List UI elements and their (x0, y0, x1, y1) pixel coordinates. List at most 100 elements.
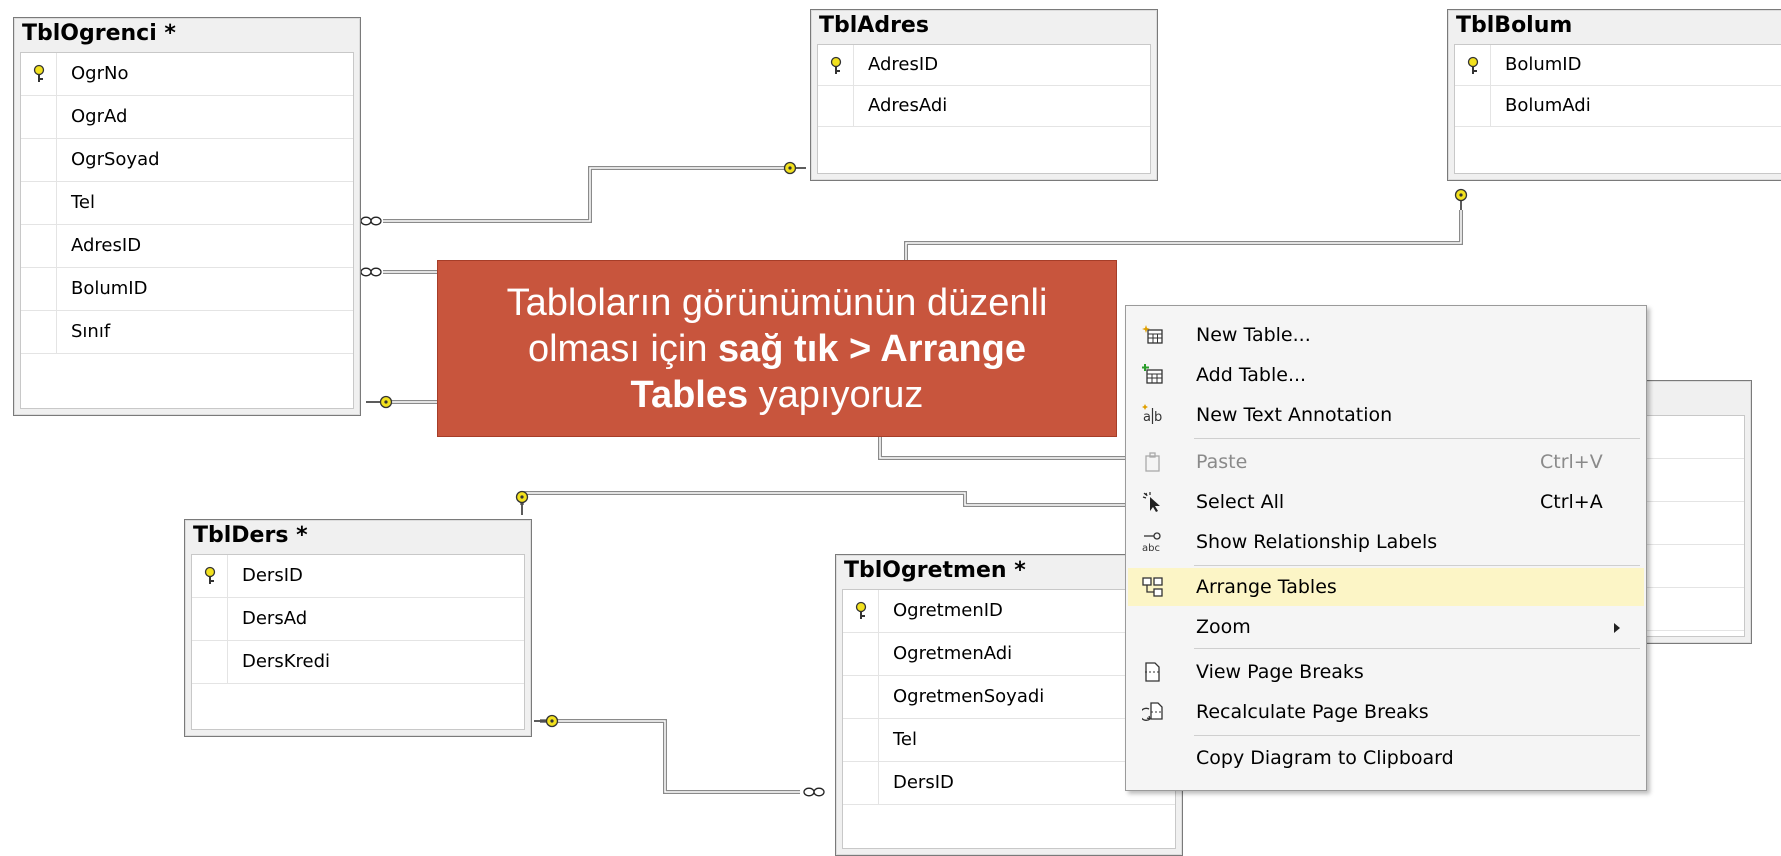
column-name: Sınıf (71, 321, 111, 342)
menu-item-label: Select All (1196, 491, 1285, 513)
column-name: OgrSoyad (71, 149, 160, 170)
svg-text:b: b (1154, 410, 1162, 425)
text-annotation-icon: ab (1142, 404, 1162, 425)
column-name: Tel (71, 192, 96, 213)
column-grid: OgrNo OgrAd OgrSoyad Tel AdresID BolumID… (20, 52, 354, 409)
table-title: TblOgrenci * (22, 21, 176, 46)
primary-key-icon (33, 64, 45, 82)
column-name: OgrNo (71, 63, 129, 84)
select-all-icon (1142, 492, 1160, 512)
menu-item-paste[interactable]: Paste Ctrl+V (1128, 443, 1644, 481)
table-tbl-ogrenci[interactable]: TblOgrenci * OgrNo OgrAd OgrSoyad Tel Ad… (13, 17, 361, 416)
column-row[interactable]: BolumAdi (1455, 86, 1781, 127)
menu-item-new-text-annotation[interactable]: ab New Text Annotation (1128, 396, 1644, 434)
column-row[interactable]: Sınıf (21, 311, 353, 354)
column-name: Tel (893, 729, 918, 750)
column-grid: AdresID AdresAdi (817, 44, 1151, 174)
column-grid: DersID DersAd DersKredi (191, 554, 525, 730)
menu-item-show-relationship-labels[interactable]: abc Show Relationship Labels (1128, 523, 1644, 561)
column-row[interactable]: Tel (21, 182, 353, 225)
menu-item-shortcut: Ctrl+V (1540, 451, 1603, 473)
column-name: OgretmenAdi (893, 643, 1013, 664)
table-tbl-adres[interactable]: TblAdres AdresID AdresAdi (810, 9, 1158, 181)
context-menu: New Table... Add Table... ab New Text An… (1125, 305, 1647, 791)
table-tbl-bolum[interactable]: TblBolum BolumID BolumAdi (1447, 9, 1781, 181)
column-name: OgretmenSoyadi (893, 686, 1045, 707)
instruction-callout: Tabloların görünümünün düzenli olması iç… (437, 260, 1117, 437)
primary-key-icon (855, 601, 867, 619)
column-row[interactable]: OgrNo (21, 53, 353, 96)
submenu-arrow-icon (1614, 623, 1620, 633)
menu-item-zoom[interactable]: Zoom (1128, 608, 1644, 646)
relation-ogrenci-adres (383, 166, 790, 223)
table-title: TblAdres (819, 13, 929, 38)
menu-item-new-table[interactable]: New Table... (1128, 316, 1644, 354)
column-name: BolumID (1505, 54, 1582, 75)
menu-item-label: Arrange Tables (1196, 576, 1337, 598)
menu-item-arrange-tables[interactable]: Arrange Tables (1128, 568, 1644, 606)
menu-separator (1194, 565, 1640, 566)
menu-item-view-page-breaks[interactable]: View Page Breaks (1128, 653, 1644, 691)
column-row[interactable]: OgrAd (21, 96, 353, 139)
column-row[interactable]: AdresID (21, 225, 353, 268)
relation-ders-hidden (520, 491, 1125, 507)
column-name: BolumAdi (1505, 95, 1591, 116)
menu-item-label: Zoom (1196, 616, 1251, 638)
column-row[interactable]: OgrSoyad (21, 139, 353, 182)
callout-line-3b: yapıyoruz (748, 373, 924, 416)
diagram-canvas[interactable]: TblOgrenci * OgrNo OgrAd OgrSoyad Tel Ad… (0, 0, 1781, 856)
page-breaks-icon (1145, 662, 1160, 682)
svg-text:a: a (1143, 410, 1151, 425)
add-table-icon (1142, 364, 1163, 384)
column-row[interactable]: DersAd (192, 598, 524, 641)
relation-bolum-line (904, 210, 1463, 260)
new-table-icon (1142, 325, 1163, 344)
callout-line-1: Tabloların görünümünün düzenli (506, 281, 1048, 324)
callout-line-2a: olması için (527, 327, 719, 370)
column-row[interactable]: BolumID (21, 268, 353, 311)
table-title: TblBolum (1456, 13, 1573, 38)
arrange-tables-icon (1142, 577, 1163, 597)
column-name: OgretmenID (893, 600, 1003, 621)
column-row[interactable]: DersID (192, 555, 524, 598)
primary-key-icon (830, 56, 842, 74)
column-name: OgrAd (71, 106, 128, 127)
column-row[interactable]: DersKredi (192, 641, 524, 684)
column-name: BolumID (71, 278, 148, 299)
column-grid: BolumID BolumAdi (1454, 44, 1781, 174)
menu-item-label: New Table... (1196, 324, 1311, 346)
menu-item-select-all[interactable]: Select All Ctrl+A (1128, 483, 1644, 521)
menu-item-label: New Text Annotation (1196, 404, 1393, 426)
paste-icon (1145, 452, 1160, 472)
callout-line-3a: Tables (630, 373, 749, 416)
column-name: DersID (893, 772, 954, 793)
relation-ders-ogretmen (540, 719, 800, 794)
column-row[interactable]: BolumID (1455, 45, 1781, 86)
menu-item-copy-diagram[interactable]: Copy Diagram to Clipboard (1128, 739, 1644, 777)
primary-key-icon (204, 566, 216, 584)
relationship-labels-icon: abc (1142, 532, 1161, 553)
column-row[interactable]: AdresID (818, 45, 1150, 86)
relation-hidden-table (878, 437, 1125, 460)
table-tbl-ders[interactable]: TblDers * DersID DersAd DersKredi (184, 519, 532, 737)
column-name: DersID (242, 565, 303, 586)
svg-text:abc: abc (1142, 543, 1160, 553)
menu-separator (1194, 648, 1640, 649)
menu-item-add-table[interactable]: Add Table... (1128, 356, 1644, 394)
column-name: AdresID (71, 235, 142, 256)
menu-item-label: Show Relationship Labels (1196, 531, 1438, 553)
menu-separator (1194, 438, 1640, 439)
column-name: DersAd (242, 608, 308, 629)
menu-item-label: Paste (1196, 451, 1248, 473)
menu-separator (1194, 735, 1640, 736)
callout-line-2b: sağ tık > Arrange (718, 327, 1027, 370)
column-row[interactable]: AdresAdi (818, 86, 1150, 127)
menu-item-label: Add Table... (1196, 364, 1307, 386)
menu-item-recalculate-page-breaks[interactable]: Recalculate Page Breaks (1128, 693, 1644, 731)
primary-key-icon (1467, 56, 1479, 74)
table-title: TblDers * (193, 523, 308, 548)
recalculate-icon (1142, 702, 1163, 721)
column-name: AdresID (868, 54, 939, 75)
menu-item-label: View Page Breaks (1196, 661, 1364, 683)
column-name: DersKredi (242, 651, 331, 672)
